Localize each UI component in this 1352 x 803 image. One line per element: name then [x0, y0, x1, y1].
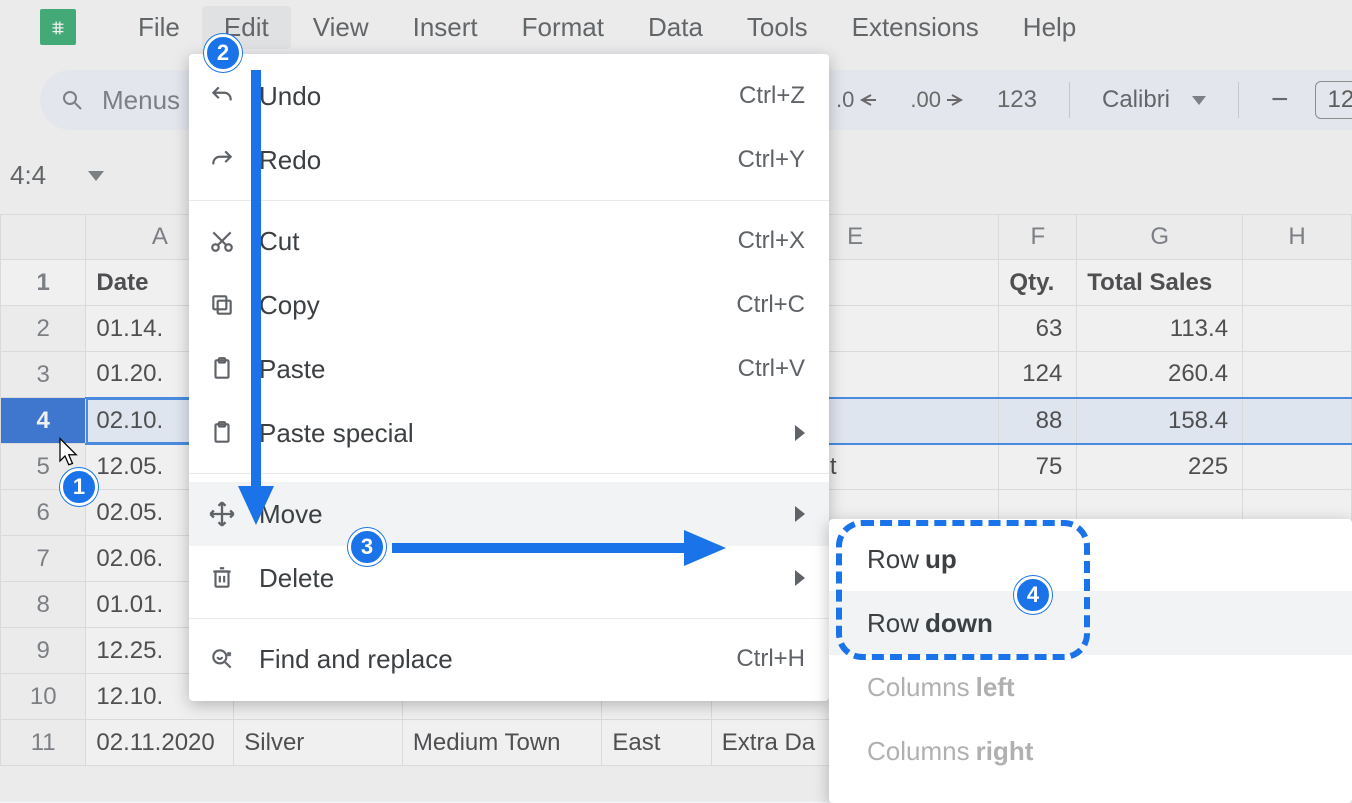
menu-item-redo[interactable]: RedoCtrl+Y: [189, 128, 829, 192]
cell[interactable]: Silver: [234, 720, 403, 766]
cursor-icon: [55, 436, 85, 466]
font-picker[interactable]: Calibri: [1096, 86, 1212, 114]
row-header[interactable]: 9: [1, 628, 86, 674]
select-all-corner[interactable]: [1, 215, 86, 260]
cell[interactable]: Qty.: [999, 260, 1077, 306]
cell[interactable]: 260.4: [1077, 352, 1243, 398]
cell[interactable]: 02.11.2020: [86, 720, 234, 766]
toolbar-menus-label[interactable]: Menus: [102, 85, 180, 116]
menu-item-undo[interactable]: UndoCtrl+Z: [189, 64, 829, 128]
decrease-decimal-button[interactable]: .0: [830, 83, 884, 117]
undo-icon: [207, 81, 237, 111]
cell[interactable]: Total Sales: [1077, 260, 1243, 306]
name-box-value: 4:4: [10, 160, 46, 191]
cell[interactable]: East: [602, 720, 711, 766]
row-header[interactable]: 3: [1, 352, 86, 398]
chevron-down-icon: [1192, 96, 1206, 105]
cell[interactable]: Medium Town: [402, 720, 602, 766]
menubar-item-tools[interactable]: Tools: [725, 6, 830, 49]
font-size-decrease-button[interactable]: −: [1265, 79, 1295, 121]
menu-item-paste-special[interactable]: Paste special: [189, 401, 829, 465]
sheets-app-icon: [40, 9, 76, 45]
menubar: FileEditViewInsertFormatDataToolsExtensi…: [0, 0, 1098, 54]
row-header[interactable]: 2: [1, 306, 86, 352]
menu-separator: [189, 618, 829, 619]
number-format-button[interactable]: 123: [991, 82, 1043, 118]
annotation-badge-1: 1: [60, 468, 98, 506]
menubar-item-data[interactable]: Data: [626, 6, 725, 49]
toolbar-separator: [1069, 82, 1070, 118]
move-icon: [207, 499, 237, 529]
font-name: Calibri: [1102, 86, 1170, 114]
submenu-item-columns-left: Columnsleft: [829, 655, 1352, 719]
menu-item-cut[interactable]: CutCtrl+X: [189, 209, 829, 273]
chevron-right-icon: [795, 425, 805, 441]
copy-icon: [207, 290, 237, 320]
cell[interactable]: 63: [999, 306, 1077, 352]
annotation-arrow-horizontal: [392, 528, 732, 568]
chevron-down-icon: [88, 171, 104, 181]
cell[interactable]: 113.4: [1077, 306, 1243, 352]
annotation-highlight-box: [836, 520, 1090, 660]
annotation-arrow-vertical: [236, 70, 276, 530]
increase-decimal-button[interactable]: .00: [904, 83, 971, 117]
menu-item-copy[interactable]: CopyCtrl+C: [189, 273, 829, 337]
name-box[interactable]: 4:4: [10, 160, 104, 191]
menubar-item-view[interactable]: View: [291, 6, 391, 49]
font-size-input[interactable]: 12: [1315, 81, 1352, 119]
cell[interactable]: 158.4: [1077, 398, 1243, 444]
cell[interactable]: [1243, 444, 1352, 490]
chevron-right-icon: [795, 506, 805, 522]
menubar-item-file[interactable]: File: [116, 6, 202, 49]
search-icon: [60, 88, 84, 112]
cell[interactable]: 124: [999, 352, 1077, 398]
submenu-item-columns-right: Columnsright: [829, 719, 1352, 783]
col-header-G[interactable]: G: [1077, 215, 1243, 260]
row-header[interactable]: 1: [1, 260, 86, 306]
edit-menu-dropdown: UndoCtrl+ZRedoCtrl+YCutCtrl+XCopyCtrl+CP…: [189, 54, 829, 701]
row-header[interactable]: 10: [1, 674, 86, 720]
cell[interactable]: [1243, 352, 1352, 398]
cell[interactable]: 88: [999, 398, 1077, 444]
cell[interactable]: [1243, 398, 1352, 444]
cell[interactable]: [1243, 260, 1352, 306]
menu-item-paste[interactable]: PasteCtrl+V: [189, 337, 829, 401]
menubar-item-insert[interactable]: Insert: [391, 6, 500, 49]
chevron-right-icon: [795, 570, 805, 586]
annotation-badge-2: 2: [204, 34, 242, 72]
menu-separator: [189, 200, 829, 201]
cell[interactable]: 75: [999, 444, 1077, 490]
col-header-H[interactable]: H: [1243, 215, 1352, 260]
menubar-item-extensions[interactable]: Extensions: [830, 6, 1001, 49]
paste-icon: [207, 354, 237, 384]
col-header-F[interactable]: F: [999, 215, 1077, 260]
row-header[interactable]: 8: [1, 582, 86, 628]
row-header[interactable]: 7: [1, 536, 86, 582]
menu-item-find-and-replace[interactable]: Find and replaceCtrl+H: [189, 627, 829, 691]
menubar-item-format[interactable]: Format: [500, 6, 626, 49]
toolbar-separator: [1238, 82, 1239, 118]
row-header[interactable]: 11: [1, 720, 86, 766]
annotation-badge-3: 3: [348, 528, 386, 566]
paste-icon: [207, 418, 237, 448]
menubar-item-help[interactable]: Help: [1001, 6, 1098, 49]
annotation-badge-4: 4: [1014, 576, 1052, 614]
cell[interactable]: 225: [1077, 444, 1243, 490]
menu-separator: [189, 473, 829, 474]
find-icon: [207, 644, 237, 674]
delete-icon: [207, 563, 237, 593]
redo-icon: [207, 145, 237, 175]
cell[interactable]: [1243, 306, 1352, 352]
cut-icon: [207, 226, 237, 256]
